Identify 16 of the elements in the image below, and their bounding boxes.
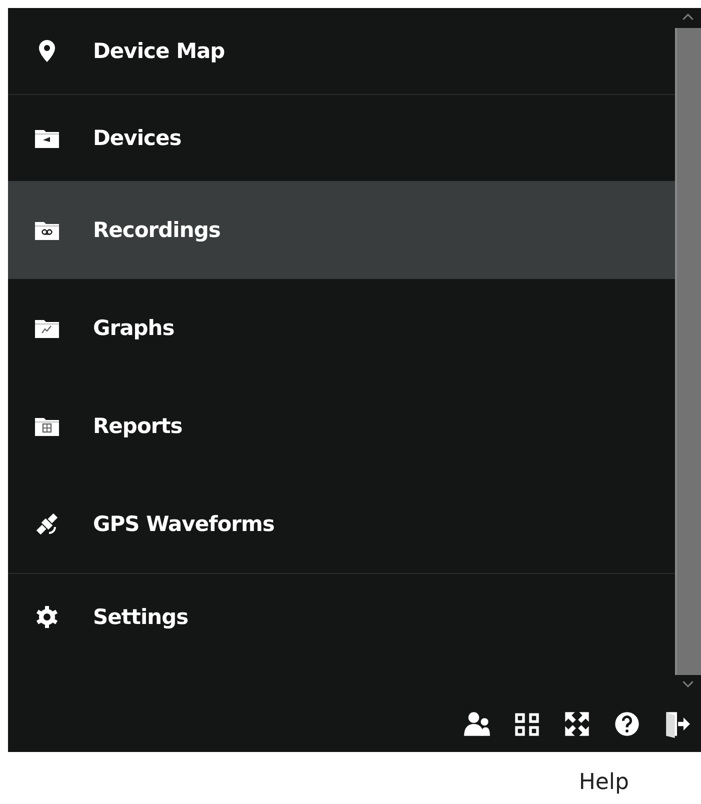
help-button-icon[interactable] — [613, 710, 641, 738]
menu-item[interactable]: Device Map — [8, 8, 675, 94]
fullscreen-button-icon[interactable] — [563, 710, 591, 738]
help-label: Help — [578, 770, 629, 795]
satellite-icon — [34, 511, 60, 537]
scroll-up-icon[interactable] — [680, 12, 696, 22]
menu-item[interactable]: Devices — [8, 95, 675, 181]
menu-item[interactable]: GPS Waveforms — [8, 475, 675, 573]
settings-icon — [34, 604, 60, 630]
scroll-down-icon[interactable] — [680, 679, 696, 689]
menu-item[interactable]: Recordings — [8, 181, 675, 279]
logout-button-icon[interactable] — [663, 710, 691, 738]
users-button-icon[interactable] — [463, 710, 491, 738]
menu-item[interactable]: Reports — [8, 377, 675, 475]
menu-item[interactable]: Settings — [8, 574, 675, 660]
menu-item[interactable]: Graphs — [8, 279, 675, 377]
